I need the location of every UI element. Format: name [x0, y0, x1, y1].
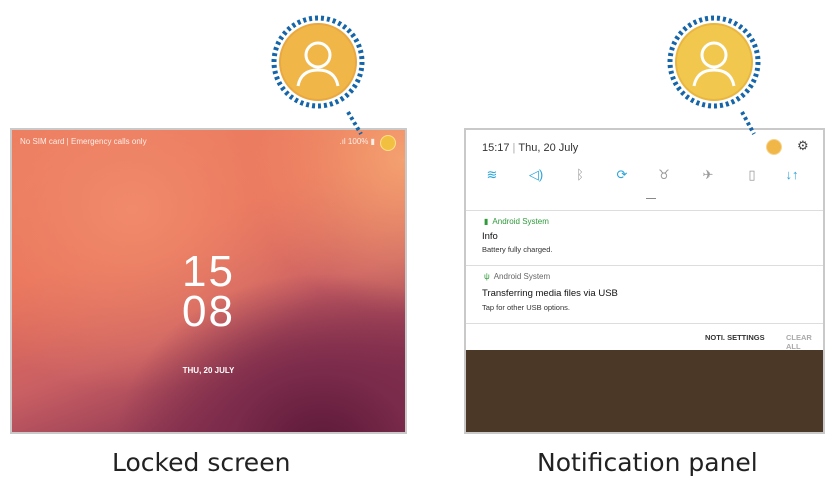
panel-date: Thu, 20 July [518, 142, 579, 154]
callout-pointer-right [740, 111, 756, 135]
clock-hours: 15 [182, 247, 235, 296]
notification-app-name: Android System [493, 272, 551, 281]
notification-app-name: Android System [492, 217, 549, 226]
panel-handle[interactable] [646, 198, 656, 199]
bluetooth-icon[interactable]: ᛒ [570, 165, 590, 185]
clock-minutes: 08 [182, 287, 235, 336]
locked-screen: No SIM card | Emergency calls only .ıl 1… [10, 128, 407, 434]
profile-icon[interactable] [380, 135, 396, 151]
notification-text: Battery fully charged. [482, 245, 553, 254]
auto-rotate-icon[interactable]: ⟳ [612, 165, 632, 185]
usb-icon: ψ [484, 272, 490, 281]
notification-app: ▮ Android System [484, 217, 549, 226]
battery-icon: ▮ [484, 217, 489, 226]
gear-icon[interactable]: ⚙ [797, 138, 809, 154]
notification-title: Transferring media files via USB [482, 288, 618, 299]
flashlight-icon[interactable]: ♉ [654, 165, 674, 185]
carrier-text: No SIM card | Emergency calls only [20, 137, 147, 146]
sound-icon[interactable]: ◁) [526, 165, 546, 185]
power-saving-icon[interactable]: ▯ [742, 165, 762, 185]
notification-text: Tap for other USB options. [482, 303, 570, 312]
callout-pointer-left [346, 110, 363, 136]
mobile-data-icon[interactable]: ↓↑ [782, 165, 802, 185]
airplane-mode-icon[interactable]: ✈ [698, 165, 718, 185]
profile-callout-icon [667, 15, 761, 109]
noti-settings-button[interactable]: NOTI. SETTINGS [705, 333, 765, 342]
wifi-icon[interactable]: ≋ [482, 165, 502, 185]
lock-date: THU, 20 JULY [182, 366, 235, 375]
profile-callout-right [664, 12, 764, 112]
notification-actions: NOTI. SETTINGS CLEAR ALL [466, 323, 823, 351]
notification-battery[interactable]: ▮ Android System Info Battery fully charg… [466, 210, 823, 265]
notification-panel: 15:17 | Thu, 20 July ⚙ ≋ ◁) ᛒ ⟳ ♉ ✈ ▯ ↓↑ ▮ Android… [464, 128, 825, 434]
notification-panel-caption: Notification panel [537, 448, 758, 477]
panel-datetime: 15:17 | Thu, 20 July [482, 142, 579, 154]
profile-callout-left [268, 12, 368, 112]
clear-all-button[interactable]: CLEAR ALL [786, 333, 823, 351]
notification-usb[interactable]: ψ Android System Transferring media files… [466, 265, 823, 323]
notification-app: ψ Android System [484, 272, 550, 281]
quick-settings: 15:17 | Thu, 20 July ⚙ ≋ ◁) ᛒ ⟳ ♉ ✈ ▯ ↓↑ [466, 130, 823, 210]
quick-settings-buttons: ≋ ◁) ᛒ ⟳ ♉ ✈ ▯ ↓↑ [466, 165, 823, 187]
panel-time: 15:17 [482, 142, 510, 154]
lock-clock: 15 08 [12, 247, 405, 336]
locked-screen-caption: Locked screen [112, 448, 291, 477]
profile-callout-icon [271, 15, 365, 109]
signal-battery-status: .ıl 100% ▮ [339, 137, 375, 146]
profile-icon[interactable] [766, 139, 782, 155]
notification-title: Info [482, 231, 498, 242]
